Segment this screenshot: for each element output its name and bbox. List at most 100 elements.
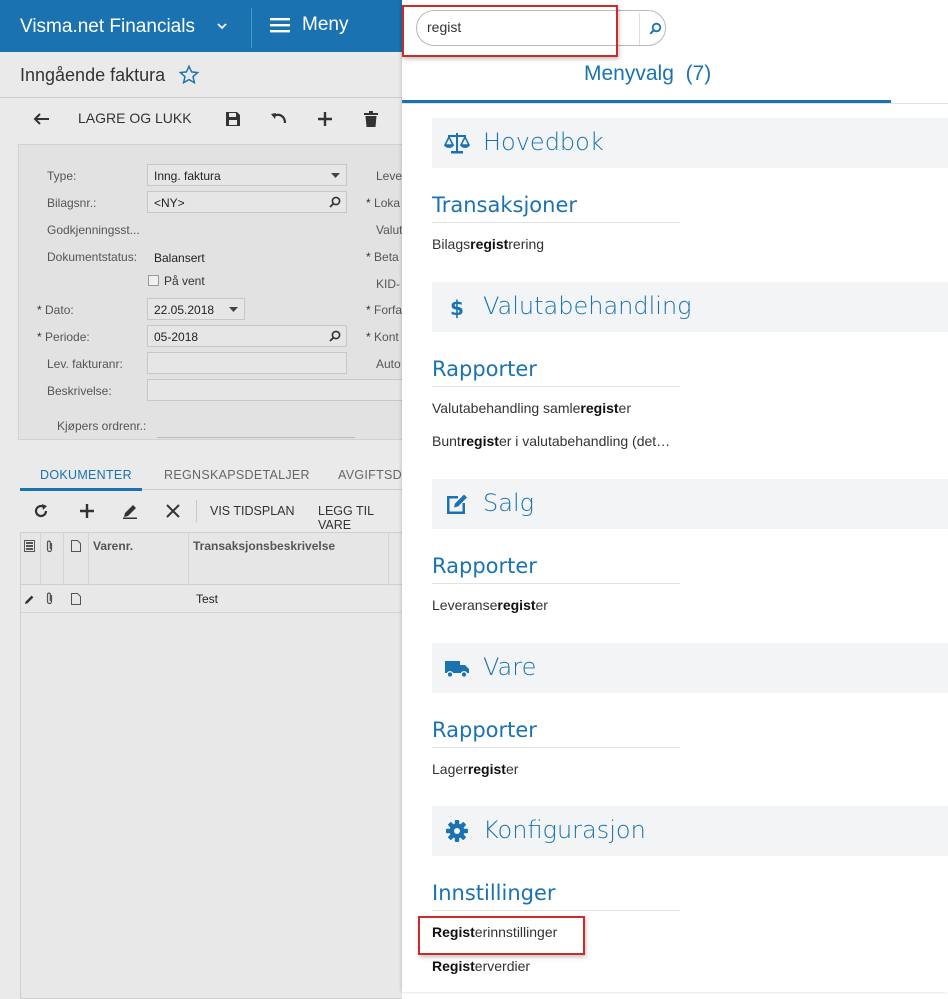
form-toolbar: LAGRE OG LUKK [0,102,402,136]
buyer-order-label: Kjøpers ordrenr.: [57,419,147,433]
dropdown-arrow-icon [331,173,340,178]
supplier-invoice-field[interactable] [147,352,347,374]
col-item-number[interactable]: Varenr. [93,539,133,553]
undo-icon[interactable] [270,112,288,126]
chevron-down-icon[interactable] [216,20,228,32]
status-label: Dokumentstatus: [47,250,138,264]
period-field[interactable]: 05-2018 [147,325,347,347]
description-label: Beskrivelse: [47,384,112,398]
search-icon [649,22,662,35]
tab-documents[interactable]: DOKUMENTER [40,468,132,482]
category-general-ledger[interactable]: Hovedbok [432,118,948,168]
add-item-button[interactable]: LEGG TIL VARE [318,504,402,532]
type-value: Inng. faktura [154,169,221,183]
category-label: Valutabehandling [483,292,692,320]
category-sales[interactable]: Salg [432,479,948,529]
search-button[interactable] [639,13,671,45]
menu-item-batch-register[interactable]: Buntregister i valutabehandling (det… [432,433,670,449]
back-arrow-icon[interactable] [32,112,50,126]
subheading-reports: Rapporter [432,554,680,584]
delete-row-icon[interactable] [166,504,180,518]
grid-header: Varenr. Transaksjonsbeskrivelse [21,533,402,585]
underlying-page: Inngående faktura LAGRE OG LUKK Type: In… [0,52,402,999]
buyer-order-field[interactable] [157,437,355,438]
save-icon[interactable] [225,111,241,127]
type-select[interactable]: Inng. faktura [147,164,347,186]
document-tabs: DOKUMENTER REGNSKAPSDETALJER AVGIFTSDE [20,460,402,491]
search-icon[interactable] [329,196,341,208]
svg-text:$: $ [450,296,464,320]
save-close-button[interactable]: LAGRE OG LUKK [78,110,192,126]
date-field[interactable]: 22.05.2018 [147,298,245,320]
toolbar-divider [196,500,197,522]
on-hold-label: På vent [164,274,205,288]
menu-button[interactable]: Meny [270,14,348,36]
period-label: * Periode: [37,330,90,344]
category-currency-management[interactable]: $ Valutabehandling [432,282,948,332]
right-label-3: Valut [376,223,402,237]
attachment-icon[interactable] [45,592,54,605]
table-row[interactable]: Test [21,585,402,613]
category-inventory[interactable]: Vare [432,643,948,693]
edit-square-icon [447,494,467,514]
menu-button-label: Meny [302,14,349,35]
page-title: Inngående faktura [20,65,166,85]
dropdown-arrow-icon [229,307,238,312]
truck-icon [445,661,469,679]
topbar-divider [251,8,252,48]
right-label-2: * Loka [366,196,401,210]
active-tab-underline [20,488,142,491]
doc-no-field[interactable]: <NY> [147,191,347,213]
subheading-reports: Rapporter [432,718,680,748]
highlight-box-register-settings [418,916,585,955]
menu-item-register-values[interactable]: Registerverdier [432,958,530,974]
menu-results-count: (7) [685,62,712,85]
menu-item-delivery-register[interactable]: Leveranseregister [432,597,548,613]
supplier-invoice-label: Lev. fakturanr: [47,357,123,371]
note-icon[interactable] [71,593,81,605]
description-field[interactable] [147,379,402,401]
menu-item-bilagsregistrering[interactable]: Bilagsregistrering [432,236,544,252]
right-label-5: KID- [376,277,400,291]
menu-item-inventory-register[interactable]: Lagerregister [432,761,518,777]
documents-grid: Varenr. Transaksjonsbeskrivelse Test [20,532,402,999]
right-label-8: Auto [376,357,401,371]
pencil-icon[interactable] [24,594,35,605]
trash-icon[interactable] [364,111,378,127]
dollar-icon: $ [450,296,464,320]
right-label-4: * Beta [366,250,399,264]
date-value: 22.05.2018 [154,303,215,317]
show-schedule-button[interactable]: VIS TIDSPLAN [210,504,295,518]
scales-icon [444,133,470,154]
col-transaction-description[interactable]: Transaksjonsbeskrivelse [193,539,335,553]
period-value: 05-2018 [154,330,199,344]
menu-results-title[interactable]: Menyvalg (7) [584,62,711,86]
hamburger-icon [270,18,290,33]
add-icon[interactable] [317,111,333,127]
gear-icon [446,820,468,842]
subheading-settings: Innstillinger [432,881,680,911]
menu-item-currency-collective-register[interactable]: Valutabehandling samleregister [432,400,631,416]
date-label: * Dato: [37,303,74,317]
brand-title[interactable]: Visma.net Financials [20,16,195,38]
grid-settings-icon[interactable] [24,540,35,552]
on-hold-checkbox[interactable] [148,275,159,286]
category-label: Konfigurasjon [483,816,646,844]
search-icon[interactable] [329,330,341,342]
note-icon [71,540,81,552]
star-icon[interactable] [178,64,200,86]
subheading-reports: Rapporter [432,357,680,387]
menu-results-header: Menyvalg (7) [402,52,948,104]
attachment-icon [46,540,53,553]
tab-tax-details[interactable]: AVGIFTSDE [338,468,402,482]
category-label: Salg [483,489,535,517]
edit-icon[interactable] [122,503,138,519]
refresh-icon[interactable] [33,503,49,519]
tab-accounting-details[interactable]: REGNSKAPSDETALJER [164,468,310,482]
add-row-icon[interactable] [79,503,95,519]
right-label-6: * Forfa [366,303,402,317]
category-configuration[interactable]: Konfigurasjon [432,806,948,856]
doc-no-label: Bilagsnr.: [47,196,97,210]
category-label: Hovedbok [483,128,604,156]
title-separator [0,97,402,98]
